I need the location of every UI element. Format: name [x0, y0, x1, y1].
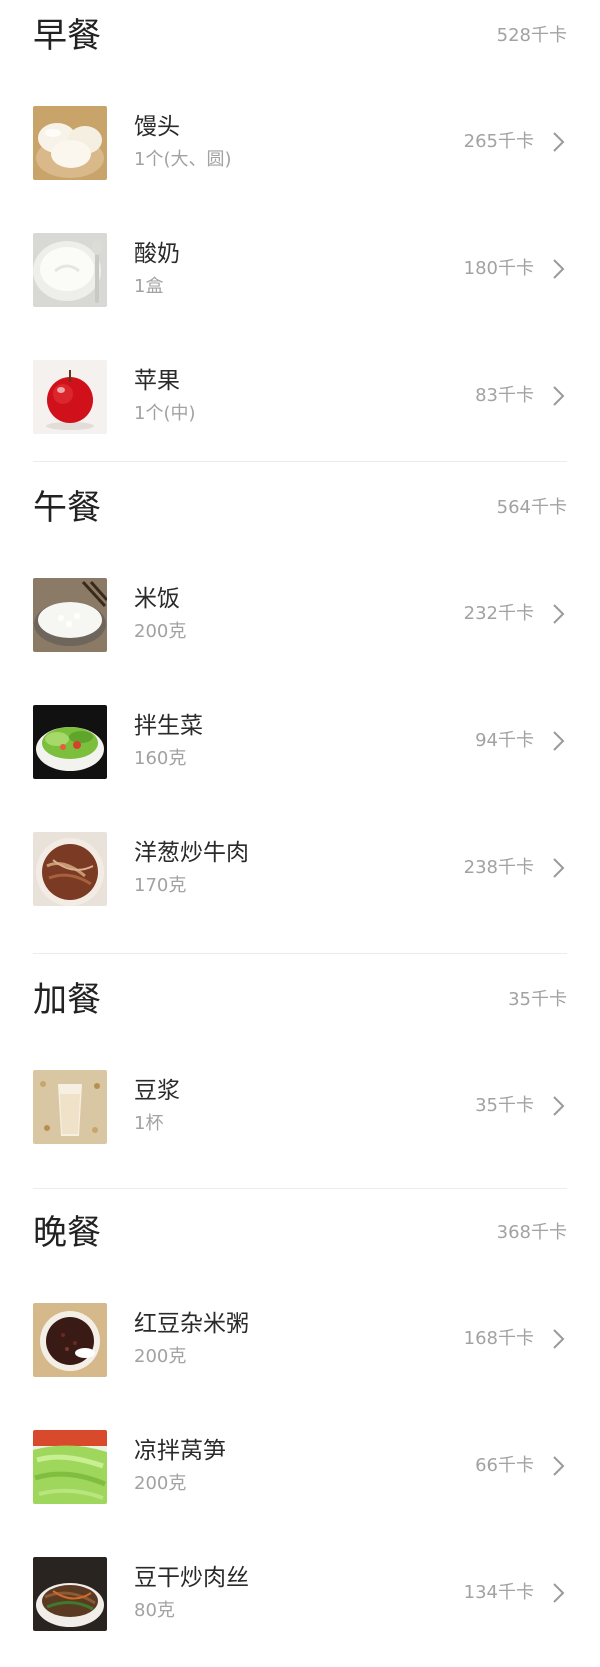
meal-title: 加餐 [33, 980, 101, 1020]
food-calories: 168千卡 [463, 1328, 534, 1349]
food-item[interactable]: 馒头 1个(大、圆) 265千卡 [0, 80, 600, 207]
chevron-right-icon [549, 1581, 567, 1605]
food-portion: 1盒 [134, 276, 164, 297]
chevron-right-icon [549, 1327, 567, 1351]
meal-total-calories: 35千卡 [508, 989, 567, 1010]
food-photo [33, 1430, 107, 1504]
food-calories: 134千卡 [463, 1582, 534, 1603]
meal-section-snack: 加餐 35千卡 豆浆 1杯 35千卡 [0, 964, 600, 1189]
chevron-right-icon [549, 729, 567, 753]
meal-total-calories: 528千卡 [496, 25, 567, 46]
food-name: 豆干炒肉丝 [134, 1565, 249, 1591]
meal-title: 午餐 [33, 488, 101, 528]
meal-section-lunch: 午餐 564千卡 米饭 200克 232千卡 拌生菜 160克 94千卡 洋葱炒… [0, 472, 600, 954]
chevron-right-icon [549, 856, 567, 880]
food-item[interactable]: 米饭 200克 232千卡 [0, 552, 600, 679]
food-photo [33, 1557, 107, 1631]
food-item[interactable]: 红豆杂米粥 200克 168千卡 [0, 1277, 600, 1404]
food-calories: 94千卡 [475, 730, 534, 751]
chevron-right-icon [549, 1094, 567, 1118]
meal-total-calories: 368千卡 [496, 1222, 567, 1243]
food-photo [33, 705, 107, 779]
meal-section-dinner: 晚餐 368千卡 红豆杂米粥 200克 168千卡 凉拌莴笋 200克 66千卡… [0, 1197, 600, 1631]
chevron-right-icon [549, 602, 567, 626]
food-item[interactable]: 酸奶 1盒 180千卡 [0, 207, 600, 334]
food-portion: 200克 [134, 1346, 187, 1367]
food-calories: 35千卡 [475, 1095, 534, 1116]
food-calories: 83千卡 [475, 385, 534, 406]
food-calories: 232千卡 [463, 603, 534, 624]
meal-log: 早餐 528千卡 馒头 1个(大、圆) 265千卡 酸奶 1盒 180千卡 苹果… [0, 0, 600, 1667]
food-name: 酸奶 [134, 241, 180, 267]
food-calories: 180千卡 [463, 258, 534, 279]
food-calories: 238千卡 [463, 857, 534, 878]
food-calories: 66千卡 [475, 1455, 534, 1476]
food-photo [33, 106, 107, 180]
food-calories: 265千卡 [463, 131, 534, 152]
food-item[interactable]: 苹果 1个(中) 83千卡 [0, 334, 600, 461]
food-photo [33, 832, 107, 906]
chevron-right-icon [549, 257, 567, 281]
food-name: 洋葱炒牛肉 [134, 840, 249, 866]
food-item[interactable]: 凉拌莴笋 200克 66千卡 [0, 1404, 600, 1531]
meal-section-breakfast: 早餐 528千卡 馒头 1个(大、圆) 265千卡 酸奶 1盒 180千卡 苹果… [0, 0, 600, 462]
meal-header: 早餐 528千卡 [0, 0, 600, 80]
section-divider [33, 1188, 567, 1189]
food-portion: 200克 [134, 621, 187, 642]
meal-header: 加餐 35千卡 [0, 964, 600, 1044]
chevron-right-icon [549, 384, 567, 408]
food-portion: 160克 [134, 748, 187, 769]
food-photo [33, 360, 107, 434]
meal-total-calories: 564千卡 [496, 497, 567, 518]
food-portion: 80克 [134, 1600, 175, 1621]
food-item[interactable]: 豆干炒肉丝 80克 134千卡 [0, 1531, 600, 1658]
food-portion: 200克 [134, 1473, 187, 1494]
food-portion: 1个(大、圆) [134, 149, 232, 170]
food-portion: 1个(中) [134, 403, 196, 424]
food-name: 拌生菜 [134, 713, 203, 739]
food-name: 凉拌莴笋 [134, 1438, 226, 1464]
food-portion: 170克 [134, 875, 187, 896]
food-name: 苹果 [134, 368, 180, 394]
food-item[interactable]: 豆浆 1杯 35千卡 [0, 1044, 600, 1171]
food-photo [33, 1070, 107, 1144]
food-portion: 1杯 [134, 1113, 164, 1134]
food-item[interactable]: 洋葱炒牛肉 170克 238千卡 [0, 806, 600, 933]
food-name: 馒头 [134, 114, 180, 140]
chevron-right-icon [549, 1454, 567, 1478]
food-item[interactable]: 拌生菜 160克 94千卡 [0, 679, 600, 806]
food-photo [33, 1303, 107, 1377]
meal-title: 晚餐 [33, 1213, 101, 1253]
meal-title: 早餐 [33, 16, 101, 56]
food-name: 米饭 [134, 586, 180, 612]
meal-header: 晚餐 368千卡 [0, 1197, 600, 1277]
section-divider [33, 953, 567, 954]
food-name: 红豆杂米粥 [134, 1311, 249, 1337]
food-name: 豆浆 [134, 1078, 180, 1104]
meal-header: 午餐 564千卡 [0, 472, 600, 552]
section-divider [33, 461, 567, 462]
food-photo [33, 578, 107, 652]
chevron-right-icon [549, 130, 567, 154]
food-photo [33, 233, 107, 307]
